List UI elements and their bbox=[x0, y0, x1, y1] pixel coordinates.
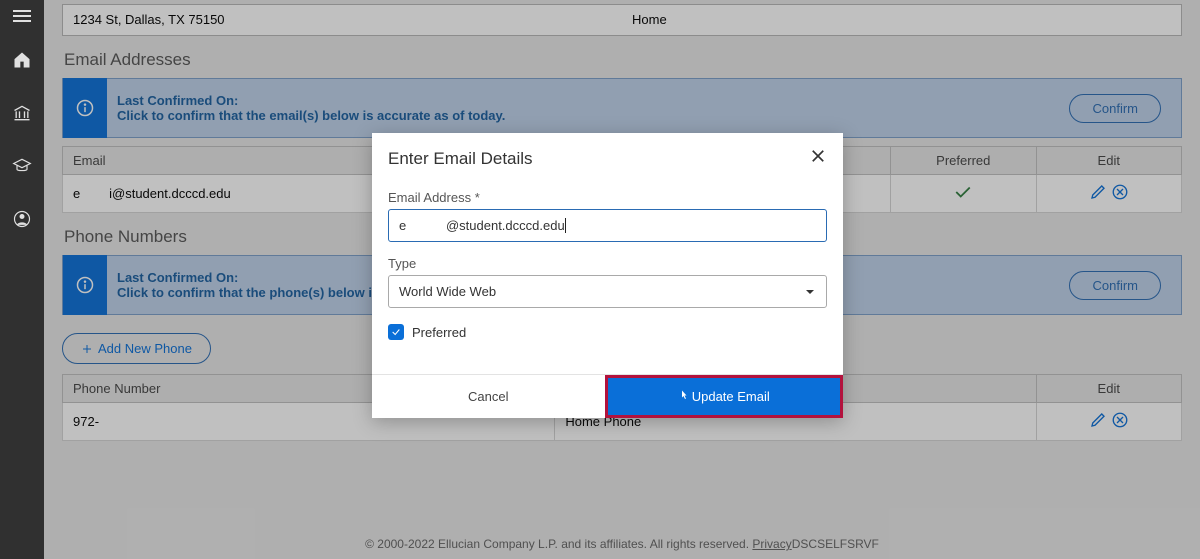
update-highlight: Update Email bbox=[605, 375, 844, 418]
type-select[interactable]: World Wide Web bbox=[388, 275, 827, 308]
pointer-icon bbox=[678, 388, 690, 405]
modal-title: Enter Email Details bbox=[388, 149, 809, 169]
email-input-value: e @student.dcccd.edu bbox=[399, 218, 565, 233]
email-details-modal: Enter Email Details Email Address * e @s… bbox=[372, 133, 843, 418]
chevron-down-icon bbox=[804, 286, 816, 298]
email-address-label: Email Address * bbox=[388, 190, 827, 205]
home-icon[interactable] bbox=[12, 50, 32, 75]
graduation-icon[interactable] bbox=[12, 156, 32, 181]
preferred-checkbox[interactable] bbox=[388, 324, 404, 340]
update-email-button[interactable]: Update Email bbox=[608, 378, 841, 415]
side-nav bbox=[0, 0, 44, 559]
text-cursor bbox=[565, 218, 566, 233]
profile-icon[interactable] bbox=[12, 209, 32, 234]
cancel-button[interactable]: Cancel bbox=[372, 375, 605, 418]
email-address-input[interactable]: e @student.dcccd.edu bbox=[388, 209, 827, 242]
update-label: Update Email bbox=[692, 389, 770, 404]
type-value: World Wide Web bbox=[399, 284, 496, 299]
type-label: Type bbox=[388, 256, 827, 271]
institution-icon[interactable] bbox=[12, 103, 32, 128]
close-icon[interactable] bbox=[809, 147, 827, 170]
menu-icon[interactable] bbox=[13, 10, 31, 22]
preferred-label: Preferred bbox=[412, 325, 466, 340]
preferred-row[interactable]: Preferred bbox=[388, 324, 827, 340]
